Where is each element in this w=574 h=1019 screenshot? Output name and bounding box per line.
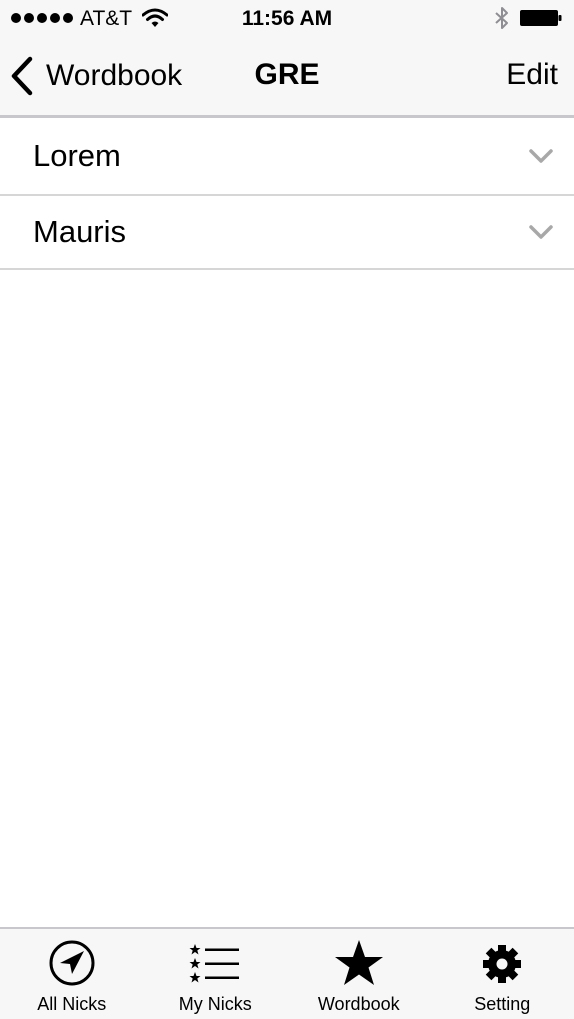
- list-item-label: Mauris: [33, 214, 127, 249]
- word-list: Lorem Mauris: [0, 118, 574, 270]
- location-arrow-icon: [49, 940, 95, 986]
- list-item[interactable]: Mauris: [0, 196, 574, 270]
- list-item-label: Lorem: [33, 138, 121, 173]
- edit-button[interactable]: Edit: [506, 57, 558, 93]
- chevron-down-icon[interactable]: [529, 225, 553, 239]
- tab-bar: All Nicks My Nicks Wordbook Setting: [0, 927, 574, 1019]
- tab-wordbook[interactable]: Wordbook: [287, 929, 431, 1019]
- star-icon: [334, 940, 383, 985]
- status-time: 11:56 AM: [241, 7, 333, 30]
- bluetooth-icon: [495, 7, 508, 29]
- status-bar: AT&T 11:56 AM: [0, 0, 574, 38]
- list-item[interactable]: Lorem: [0, 118, 574, 196]
- tab-wordbook-label: Wordbook: [317, 994, 400, 1014]
- starred-list-icon: [189, 944, 240, 983]
- tab-my-nicks-label: My Nicks: [178, 994, 252, 1014]
- tab-all-nicks[interactable]: All Nicks: [0, 929, 144, 1019]
- tab-setting[interactable]: Setting: [431, 929, 574, 1019]
- chevron-down-icon[interactable]: [529, 149, 553, 163]
- tab-all-nicks-label: All Nicks: [37, 994, 107, 1014]
- navigation-bar: Wordbook GRE Edit: [0, 38, 574, 118]
- tab-setting-label: Setting: [474, 994, 531, 1014]
- tab-my-nicks[interactable]: My Nicks: [144, 929, 288, 1019]
- page-title: GRE: [254, 58, 320, 91]
- gear-icon: [483, 945, 522, 983]
- screen: AT&T 11:56 AM Wordbook GRE Edit Lorem Ma…: [0, 0, 574, 1019]
- battery-icon: [520, 10, 562, 26]
